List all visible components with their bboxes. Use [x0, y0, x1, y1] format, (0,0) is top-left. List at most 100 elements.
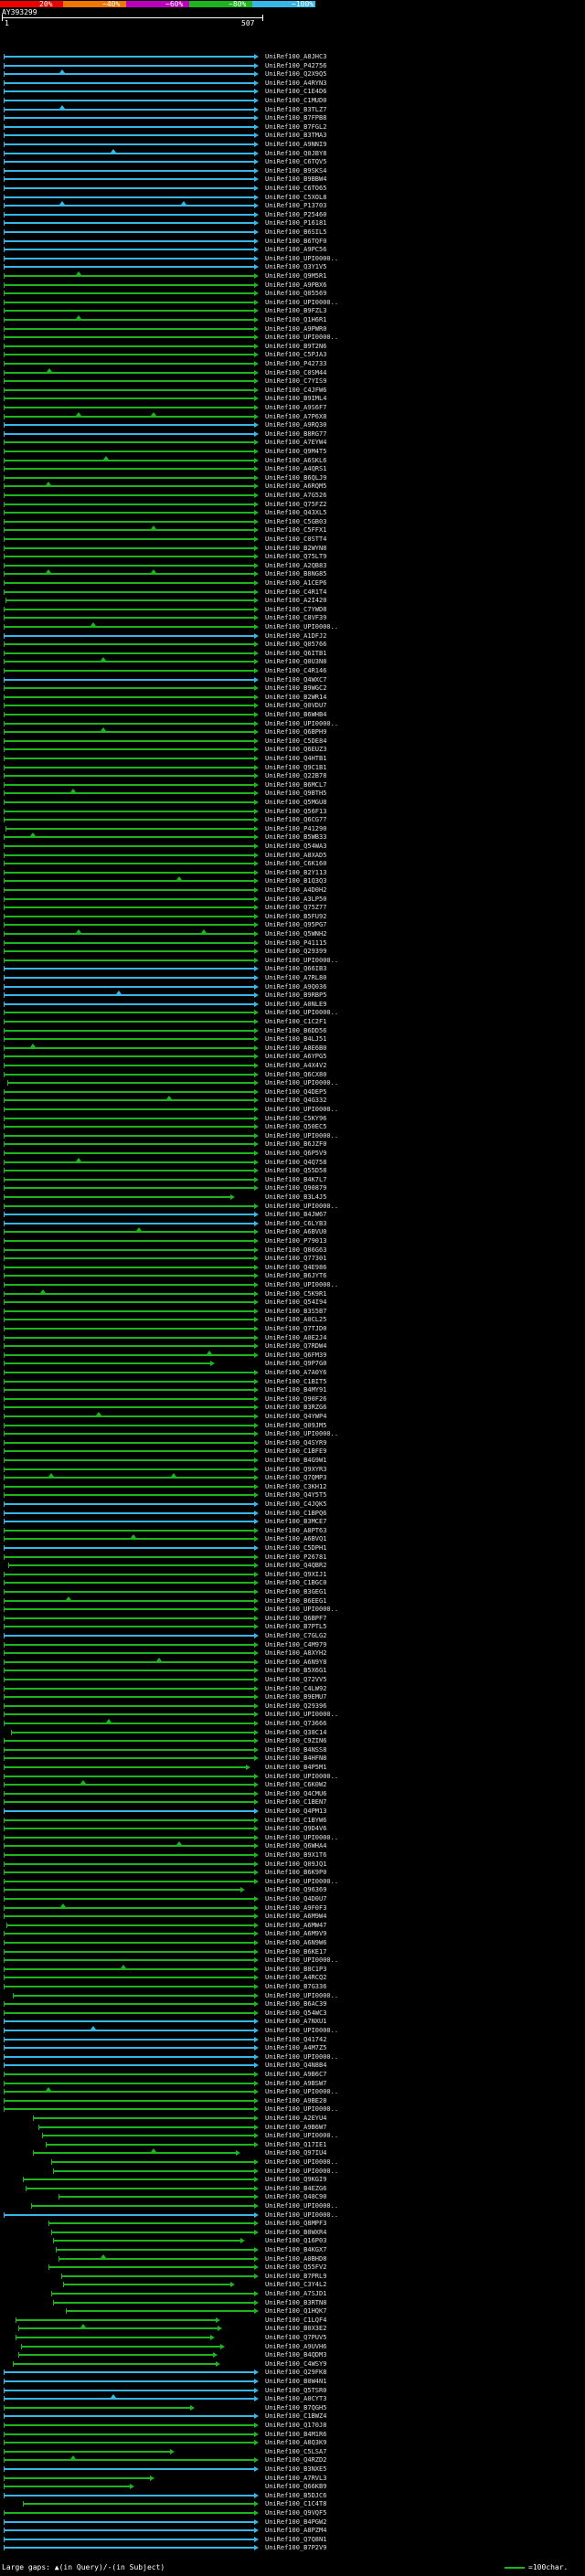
hit-row[interactable]: UniRef100_A7RVL3: [0, 2474, 585, 2483]
hit-row[interactable]: UniRef100_Q3Y1V5: [0, 262, 585, 271]
hit-row[interactable]: UniRef100_Q54WC3: [0, 2009, 585, 2018]
hit-row[interactable]: UniRef100_Q29399: [0, 947, 585, 956]
hit-row[interactable]: UniRef100_Q55FV2: [0, 2263, 585, 2272]
hit-row[interactable]: UniRef100_A4RYN3: [0, 79, 585, 88]
hit-row[interactable]: UniRef100_Q96369: [0, 1885, 585, 1894]
hit-row[interactable]: UniRef100_Q4G332: [0, 1096, 585, 1105]
hit-row[interactable]: UniRef100_Q66KB9: [0, 2482, 585, 2491]
hit-row[interactable]: UniRef100_C5DPH1: [0, 1543, 585, 1553]
hit-row[interactable]: UniRef100_C5FFX1: [0, 525, 585, 535]
hit-row[interactable]: UniRef100_Q1H6R1: [0, 315, 585, 324]
hit-row[interactable]: UniRef100_Q170J8: [0, 2421, 585, 2430]
hit-row[interactable]: UniRef100_P42756: [0, 61, 585, 70]
hit-row[interactable]: UniRef100_Q9KGI9: [0, 2175, 585, 2184]
hit-row[interactable]: UniRef100_B9X1T6: [0, 1850, 585, 1860]
hit-row[interactable]: UniRef100_Q90F26: [0, 1394, 585, 1404]
hit-row[interactable]: UniRef100_UPI0000..: [0, 1105, 585, 1114]
hit-row[interactable]: UniRef100_Q95PG7: [0, 920, 585, 929]
hit-row[interactable]: UniRef100_C6K160: [0, 859, 585, 868]
hit-row[interactable]: UniRef100_B5WB33: [0, 832, 585, 842]
hit-row[interactable]: UniRef100_A6YPG5: [0, 1052, 585, 1061]
hit-row[interactable]: UniRef100_UPI0000..: [0, 2087, 585, 2096]
hit-row[interactable]: UniRef100_A9PC56: [0, 245, 585, 254]
hit-row[interactable]: UniRef100_Q9M5R1: [0, 271, 585, 281]
hit-row[interactable]: UniRef100_C0STT4: [0, 535, 585, 544]
hit-row[interactable]: UniRef100_B6QLJ9: [0, 473, 585, 482]
hit-row[interactable]: UniRef100_A0E2J4: [0, 1333, 585, 1342]
hit-row[interactable]: UniRef100_UPI0000..: [0, 1429, 585, 1438]
hit-row[interactable]: UniRef100_C1LQF4: [0, 2316, 585, 2325]
hit-row[interactable]: UniRef100_Q05569: [0, 289, 585, 298]
hit-row[interactable]: UniRef100_B6KE17: [0, 1947, 585, 1956]
hit-row[interactable]: UniRef100_C5GB03: [0, 517, 585, 526]
hit-row[interactable]: UniRef100_UPI0000..: [0, 2210, 585, 2220]
hit-row[interactable]: UniRef100_B6TQF0: [0, 237, 585, 246]
hit-row[interactable]: UniRef100_UPI0000..: [0, 1280, 585, 1289]
hit-row[interactable]: UniRef100_A4X4V2: [0, 1061, 585, 1070]
hit-row[interactable]: UniRef100_Q0U3N8: [0, 657, 585, 666]
hit-row[interactable]: UniRef100_B8RG77: [0, 429, 585, 439]
hit-label[interactable]: UniRef100_B7P2V9: [265, 2544, 326, 2552]
hit-row[interactable]: UniRef100_Q9M4T5: [0, 447, 585, 456]
hit-row[interactable]: UniRef100_B7PTL5: [0, 1622, 585, 1631]
hit-row[interactable]: UniRef100_B0W4N1: [0, 2377, 585, 2386]
hit-row[interactable]: UniRef100_B6WHB4: [0, 710, 585, 719]
hit-row[interactable]: UniRef100_Q4HTB1: [0, 754, 585, 763]
hit-row[interactable]: UniRef100_Q6CG77: [0, 815, 585, 824]
hit-row[interactable]: UniRef100_A2QB83: [0, 561, 585, 570]
hit-row[interactable]: UniRef100_Q4RZD2: [0, 2455, 585, 2465]
hit-row[interactable]: UniRef100_UPI0000..: [0, 2052, 585, 2062]
hit-row[interactable]: UniRef100_B5X6G1: [0, 1666, 585, 1675]
hit-row[interactable]: UniRef100_C5K9R1: [0, 1288, 585, 1299]
hit-row[interactable]: UniRef100_Q50EC5: [0, 1122, 585, 1131]
hit-row[interactable]: UniRef100_A0BHD8: [0, 2253, 585, 2263]
hit-row[interactable]: UniRef100_A8JHC3: [0, 52, 585, 61]
hit-row[interactable]: UniRef100_A9S6F7: [0, 403, 585, 412]
hit-row[interactable]: UniRef100_B3TLZ7: [0, 104, 585, 114]
hit-row[interactable]: UniRef100_UPI0000..: [0, 2201, 585, 2210]
hit-row[interactable]: UniRef100_A6M9V9: [0, 1929, 585, 1938]
hit-row[interactable]: UniRef100_C5DE84: [0, 737, 585, 746]
hit-row[interactable]: UniRef100_A4D0H2: [0, 885, 585, 895]
hit-row[interactable]: UniRef100_B9EMU7: [0, 1692, 585, 1701]
hit-row[interactable]: UniRef100_A1DFJ2: [0, 631, 585, 641]
hit-row[interactable]: UniRef100_A6N9W6: [0, 1938, 585, 1947]
hit-row[interactable]: UniRef100_Q4E986: [0, 1263, 585, 1272]
hit-row[interactable]: UniRef100_Q9XYR3: [0, 1465, 585, 1474]
hit-row[interactable]: UniRef100_UPI0000..: [0, 333, 585, 342]
hit-row[interactable]: UniRef100_A8Q3K9: [0, 2438, 585, 2447]
hit-row[interactable]: UniRef100_C3Y4L2: [0, 2280, 585, 2289]
hit-row[interactable]: UniRef100_B4P5M1: [0, 1763, 585, 1772]
hit-row[interactable]: UniRef100_Q9C1B1: [0, 763, 585, 772]
hit-row[interactable]: UniRef100_Q56F13: [0, 807, 585, 816]
hit-row[interactable]: UniRef100_Q73666: [0, 1719, 585, 1728]
hit-row[interactable]: UniRef100_Q4PM13: [0, 1807, 585, 1816]
hit-row[interactable]: UniRef100_B5FU92: [0, 912, 585, 921]
hit-row[interactable]: UniRef100_B3RZG6: [0, 1403, 585, 1412]
hit-row[interactable]: UniRef100_Q48C90: [0, 2192, 585, 2201]
hit-row[interactable]: UniRef100_A4M7Z5: [0, 2043, 585, 2052]
hit-row[interactable]: UniRef100_UPI0000..: [0, 254, 585, 263]
hit-row[interactable]: UniRef100_A3LP50: [0, 895, 585, 904]
hit-row[interactable]: UniRef100_A9BSW7: [0, 2079, 585, 2088]
hit-row[interactable]: UniRef100_Q7TJD0: [0, 1324, 585, 1333]
hit-row[interactable]: UniRef100_A8XYH2: [0, 1648, 585, 1658]
hit-row[interactable]: UniRef100_Q66IB3: [0, 964, 585, 973]
hit-row[interactable]: UniRef100_Q22B78: [0, 771, 585, 780]
hit-row[interactable]: UniRef100_P79013: [0, 1236, 585, 1246]
hit-row[interactable]: UniRef100_C4LW92: [0, 1684, 585, 1693]
hit-row[interactable]: UniRef100_B6MCL7: [0, 780, 585, 790]
hit-row[interactable]: UniRef100_B1Q3Q3: [0, 876, 585, 885]
hit-row[interactable]: UniRef100_C6TO65: [0, 184, 585, 193]
hit-row[interactable]: UniRef100_A7EYW4: [0, 438, 585, 447]
hit-row[interactable]: UniRef100_B9SKS4: [0, 166, 585, 175]
hit-row[interactable]: UniRef100_A9PBX6: [0, 281, 585, 290]
hit-row[interactable]: UniRef100_B7FPB8: [0, 113, 585, 122]
hit-row[interactable]: UniRef100_UPI0000..: [0, 1078, 585, 1087]
hit-row[interactable]: UniRef100_Q7QMP3: [0, 1473, 585, 1482]
hit-row[interactable]: UniRef100_C5XOL8: [0, 193, 585, 202]
hit-row[interactable]: UniRef100_C5LSA7: [0, 2447, 585, 2456]
hit-row[interactable]: UniRef100_Q77301: [0, 1254, 585, 1263]
hit-row[interactable]: UniRef100_UPI0000..: [0, 622, 585, 631]
hit-row[interactable]: UniRef100_Q38C14: [0, 1728, 585, 1737]
